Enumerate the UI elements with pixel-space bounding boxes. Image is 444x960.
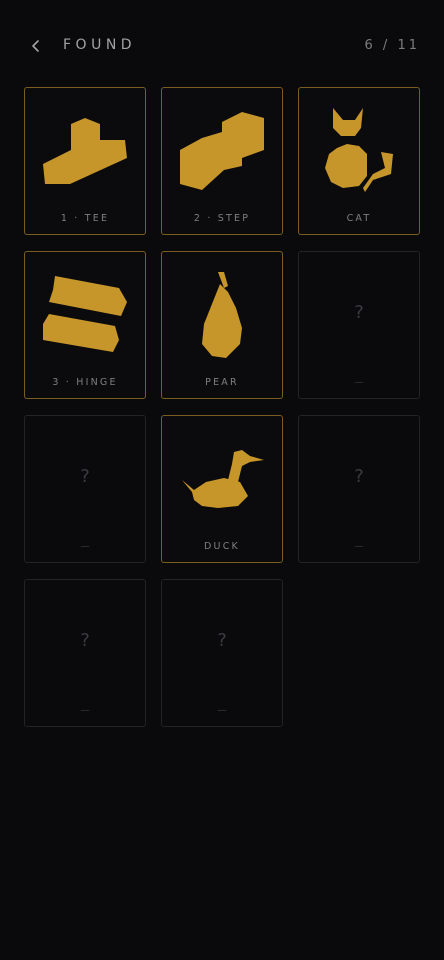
card-label: — xyxy=(354,541,364,552)
card-label: — xyxy=(80,541,90,552)
card-art xyxy=(162,88,282,206)
pear-shape-icon xyxy=(202,272,242,358)
card-label: CAT xyxy=(346,213,372,224)
collection-grid: 1 · TEE 2 · STEP CAT 3 · HINGE PEAR ? — … xyxy=(24,87,420,727)
card-art xyxy=(162,252,282,370)
locked-placeholder: ? xyxy=(354,466,364,487)
step-shape-icon xyxy=(180,112,264,190)
card-label: 1 · TEE xyxy=(60,213,110,224)
locked-placeholder: ? xyxy=(354,302,364,323)
card-cat[interactable]: CAT xyxy=(298,87,420,235)
page-title: FOUND xyxy=(63,37,137,53)
card-art xyxy=(25,252,145,370)
card-label: — xyxy=(354,377,364,388)
card-hinge[interactable]: 3 · HINGE xyxy=(24,251,146,399)
card-label: — xyxy=(80,705,90,716)
card-label: DUCK xyxy=(204,541,240,552)
card-locked[interactable]: ? — xyxy=(24,415,146,563)
card-pear[interactable]: PEAR xyxy=(161,251,283,399)
duck-shape-icon xyxy=(182,450,264,508)
card-locked[interactable]: ? — xyxy=(24,579,146,727)
card-duck[interactable]: DUCK xyxy=(161,415,283,563)
card-label: PEAR xyxy=(205,377,239,388)
card-locked[interactable]: ? — xyxy=(298,251,420,399)
card-art xyxy=(25,88,145,206)
card-locked[interactable]: ? — xyxy=(298,415,420,563)
found-counter: 6 / 11 xyxy=(364,38,420,53)
card-locked[interactable]: ? — xyxy=(161,579,283,727)
hinge-shape-icon xyxy=(43,276,127,352)
card-step[interactable]: 2 · STEP xyxy=(161,87,283,235)
card-art xyxy=(162,416,282,534)
card-tee[interactable]: 1 · TEE xyxy=(24,87,146,235)
locked-placeholder: ? xyxy=(80,466,90,487)
cat-shape-icon xyxy=(325,108,393,192)
back-button[interactable] xyxy=(24,34,48,58)
card-art xyxy=(299,88,419,206)
locked-placeholder: ? xyxy=(217,630,227,651)
chevron-left-icon[interactable] xyxy=(30,39,42,53)
header-bar: FOUND 6 / 11 xyxy=(0,0,444,92)
locked-placeholder: ? xyxy=(80,630,90,651)
card-label: — xyxy=(217,705,227,716)
tee-shape-icon xyxy=(43,118,127,184)
card-label: 3 · HINGE xyxy=(52,377,118,388)
card-label: 2 · STEP xyxy=(193,213,251,224)
